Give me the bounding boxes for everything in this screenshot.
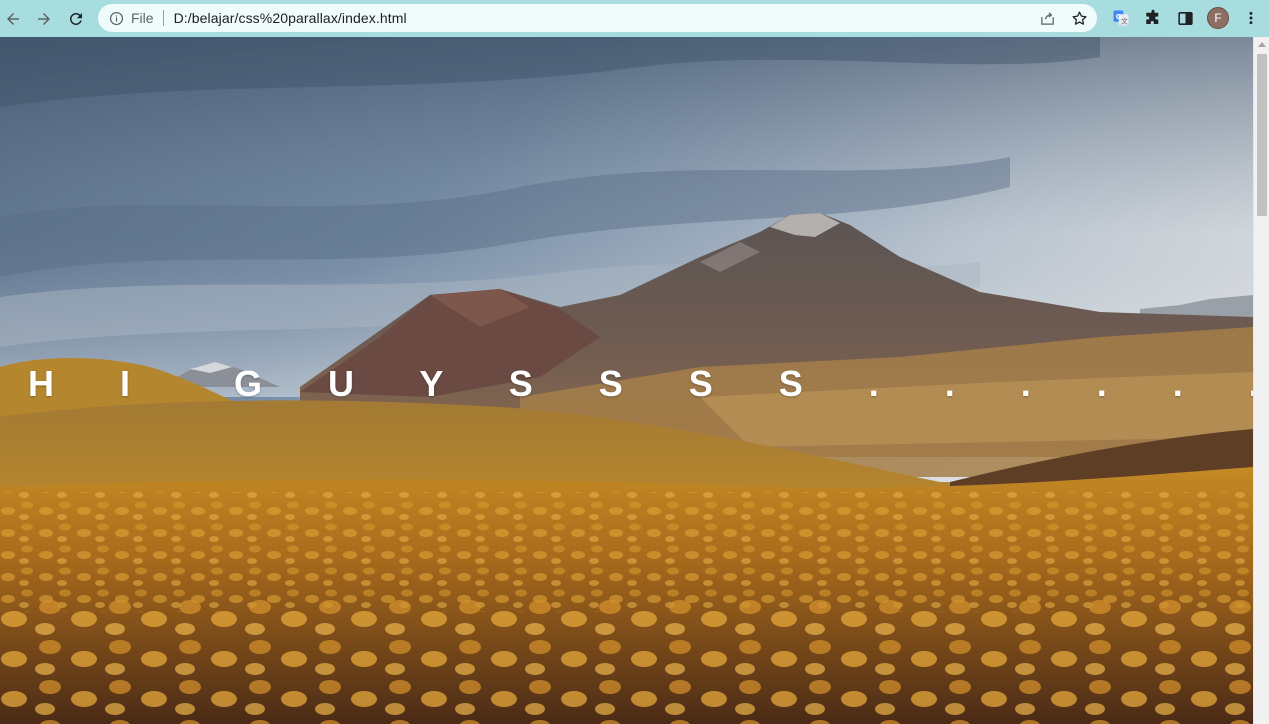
omnibox-divider [162,10,164,26]
scroll-up-arrow-icon[interactable] [1258,42,1266,47]
browser-toolbar: File D:/belajar/css%20parallax/index.htm… [0,0,1269,37]
hero-heading: H I G U Y S S S S . . . . . . . . [28,363,1253,404]
star-icon[interactable] [1069,8,1089,28]
puzzle-icon[interactable] [1143,8,1163,28]
back-button[interactable] [0,6,26,32]
arrow-right-icon [35,10,53,28]
reload-button[interactable] [63,6,89,32]
forward-button[interactable] [31,6,57,32]
profile-avatar[interactable]: F [1207,7,1229,29]
page-viewport: H I G U Y S S S S . . . . . . . . [0,37,1253,724]
svg-text:文: 文 [1121,16,1128,25]
scheme-label[interactable]: File [131,10,154,26]
share-icon[interactable] [1037,8,1057,28]
url-text[interactable]: D:/belajar/css%20parallax/index.html [174,10,407,26]
scrollbar-thumb[interactable] [1257,54,1267,216]
arrow-left-icon [4,10,22,28]
toolbar-actions: G文 F [1111,5,1261,31]
side-panel-icon[interactable] [1175,8,1195,28]
kebab-menu-icon[interactable] [1241,8,1261,28]
address-bar[interactable]: File D:/belajar/css%20parallax/index.htm… [98,4,1097,32]
page-scrollbar[interactable] [1253,37,1269,724]
google-translate-icon[interactable]: G文 [1111,8,1131,28]
reload-icon [67,10,85,28]
info-icon[interactable] [108,10,124,26]
